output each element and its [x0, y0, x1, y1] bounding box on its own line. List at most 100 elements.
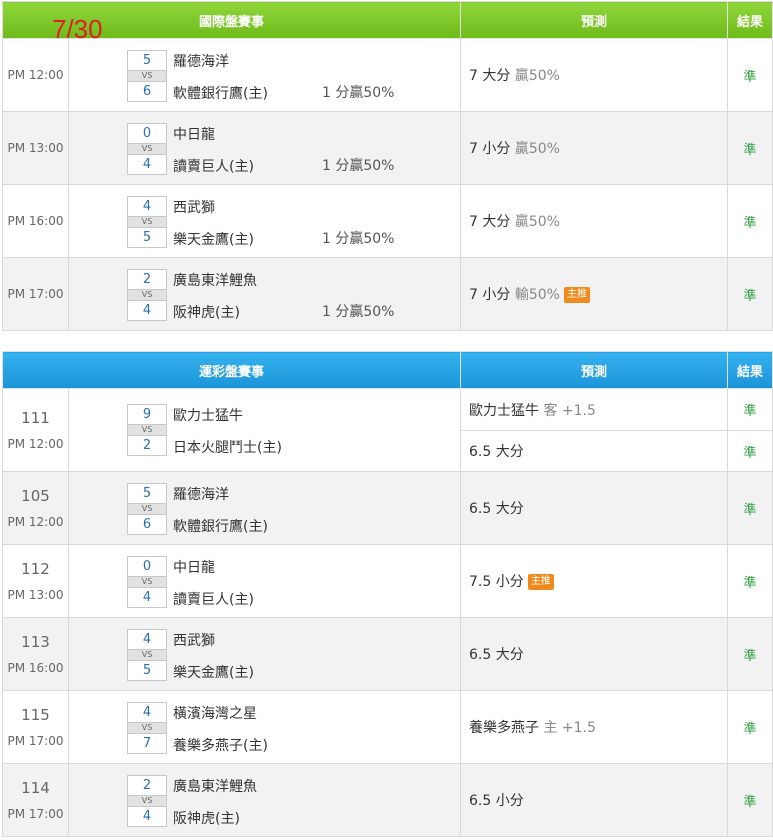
scorebox: 5 VS 6	[127, 49, 167, 102]
away-score: 4	[127, 195, 167, 217]
matchup: 9 VS 2 歐力士猛牛 日本火腿鬥士(主)	[69, 389, 460, 471]
table-row: 114 PM 17:00 2 VS 4 廣島東洋鯉魚 阪神虎(主) 6.5 小分 準	[2, 763, 773, 837]
result-mark: 準	[727, 763, 773, 837]
table-row: PM 12:00 5 VS 6 羅德海洋 軟體銀行鷹(主) 1 分贏50% 7 大分 贏50%…	[2, 38, 773, 112]
prediction-cell: 養樂多燕子 主 +1.5	[460, 690, 729, 764]
time-cell: 112 PM 13:00	[2, 544, 69, 618]
home-team: 軟體銀行鷹(主)	[173, 518, 268, 535]
away-score: 5	[127, 49, 167, 71]
game-time: PM 12:00	[7, 515, 64, 529]
prediction-main: 7 大分	[469, 68, 511, 84]
away-score: 4	[127, 701, 167, 723]
away-score: 0	[127, 122, 167, 144]
odds-text: 1 分贏50%	[322, 157, 395, 174]
match-cell: 2 VS 4 廣島東洋鯉魚 阪神虎(主) 1 分贏50%	[67, 257, 462, 331]
scorebox: 2 VS 4	[127, 774, 167, 827]
date-label: 7/30	[52, 14, 103, 44]
away-team: 羅德海洋	[173, 486, 229, 503]
prediction-cell: 7.5 小分 主推	[460, 544, 729, 618]
game-id: 113	[21, 633, 50, 651]
odds-text: 1 分贏50%	[322, 230, 395, 247]
prediction-sub: 贏50%	[514, 141, 560, 157]
prediction-cell: 7 小分 輸50% 主推	[460, 257, 729, 331]
away-team: 羅德海洋	[173, 53, 229, 70]
prediction-cell: 歐力士猛牛 客 +1.5	[460, 388, 729, 431]
match-cell: 0 VS 4 中日龍 讀賣巨人(主)	[67, 544, 462, 618]
game-time: PM 17:00	[7, 287, 64, 301]
header-prediction: 預測	[460, 351, 729, 389]
prediction-sub: 主 +1.5	[543, 720, 596, 736]
matchup: 5 VS 6 羅德海洋軟體銀行鷹(主)	[69, 473, 460, 544]
result-mark: 準	[727, 388, 773, 431]
table-row: 112 PM 13:00 0 VS 4 中日龍 讀賣巨人(主) 7.5 小分 主推準	[2, 544, 773, 618]
table-row: 111 PM 12:00 9 VS 2 歐力士猛牛 日本火腿鬥士(主) 歐力士猛牛 客 +1.…	[2, 388, 773, 472]
game-time: PM 13:00	[7, 141, 64, 155]
header-prediction: 預測	[460, 1, 729, 39]
time-cell: PM 16:00	[2, 184, 69, 258]
match-cell: 9 VS 2 歐力士猛牛 日本火腿鬥士(主)	[67, 388, 462, 472]
result-mark: 準	[727, 184, 773, 258]
game-id: 114	[21, 779, 50, 797]
game-time: PM 16:00	[7, 661, 64, 675]
matchup: 5 VS 6 羅德海洋 軟體銀行鷹(主) 1 分贏50%	[69, 40, 460, 111]
vs-label: VS	[127, 289, 167, 300]
home-team: 日本火腿鬥士(主)	[173, 440, 282, 456]
time-cell: 111 PM 12:00	[2, 388, 69, 472]
header-match: 運彩盤賽事	[1, 351, 462, 389]
home-score: 5	[127, 659, 167, 681]
table-row: PM 13:00 0 VS 4 中日龍 讀賣巨人(主) 1 分贏50% 7 小分 贏50% 準	[2, 111, 773, 185]
odds-text: 1 分贏50%	[322, 303, 395, 320]
game-id: 111	[21, 409, 50, 427]
game-time: PM 16:00	[7, 214, 64, 228]
away-team: 西武獅	[173, 632, 215, 649]
scorebox: 0 VS 4	[127, 555, 167, 608]
away-team: 西武獅	[173, 199, 215, 216]
away-team: 歐力士猛牛	[173, 408, 243, 424]
match-cell: 4 VS 7 橫濱海灣之星 養樂多燕子(主)	[67, 690, 462, 764]
scorebox: 5 VS 6	[127, 482, 167, 535]
away-team: 橫濱海灣之星	[173, 705, 257, 722]
international-header: 國際盤賽事 預測 結果	[1, 1, 773, 39]
header-result: 結果	[727, 1, 773, 39]
prediction-main: 6.5 大分	[469, 501, 524, 517]
home-score: 5	[127, 226, 167, 248]
away-score: 5	[127, 482, 167, 504]
prediction-sub: 客 +1.5	[543, 402, 596, 419]
prediction-cell: 6.5 小分	[460, 763, 729, 837]
prediction-cell: 7 大分 贏50%	[460, 38, 729, 112]
time-cell: 113 PM 16:00	[2, 617, 69, 691]
home-team: 軟體銀行鷹(主)	[173, 85, 268, 102]
prediction-main: 6.5 大分	[469, 647, 524, 663]
featured-badge: 主推	[527, 574, 554, 590]
prediction-sub: 贏50%	[514, 68, 560, 84]
result-mark: 準	[727, 544, 773, 618]
prediction-cell: 7 大分 贏50%	[460, 184, 729, 258]
home-score: 4	[127, 153, 167, 175]
time-cell: 115 PM 17:00	[2, 690, 69, 764]
result-mark: 準	[727, 257, 773, 331]
game-time: PM 17:00	[7, 734, 64, 748]
time-cell: 105 PM 12:00	[2, 471, 69, 545]
result-mark: 準	[727, 111, 773, 185]
result-mark: 準	[727, 617, 773, 691]
result-mark: 準	[727, 38, 773, 112]
prediction-cell: 6.5 大分	[460, 617, 729, 691]
vs-label: VS	[127, 503, 167, 514]
table-row: 105 PM 12:00 5 VS 6 羅德海洋 軟體銀行鷹(主) 6.5 大分 準	[2, 471, 773, 545]
home-score: 2	[127, 435, 167, 456]
match-cell: 4 VS 5 西武獅 樂天金鷹(主)	[67, 617, 462, 691]
home-team: 讀賣巨人(主)	[173, 158, 254, 175]
home-team: 樂天金鷹(主)	[173, 664, 254, 681]
matchup: 2 VS 4 廣島東洋鯉魚 阪神虎(主)	[69, 765, 460, 836]
match-cell: 5 VS 6 羅德海洋軟體銀行鷹(主)	[67, 471, 462, 545]
match-cell: 0 VS 4 中日龍 讀賣巨人(主) 1 分贏50%	[67, 111, 462, 185]
home-score: 6	[127, 513, 167, 535]
home-team: 讀賣巨人(主)	[173, 591, 254, 608]
table-row: 115 PM 17:00 4 VS 7 橫濱海灣之星 養樂多燕子(主) 養樂多燕子 主 +1.…	[2, 690, 773, 764]
scorebox: 2 VS 4	[127, 268, 167, 321]
time-cell: PM 13:00	[2, 111, 69, 185]
time-cell: 114 PM 17:00	[2, 763, 69, 837]
prediction-main: 歐力士猛牛	[469, 402, 540, 419]
vs-label: VS	[127, 216, 167, 227]
lottery-table: 運彩盤賽事 預測 結果 111 PM 12:00 9 VS 2 歐力士猛牛 日本火腿鬥士(主…	[1, 351, 773, 837]
